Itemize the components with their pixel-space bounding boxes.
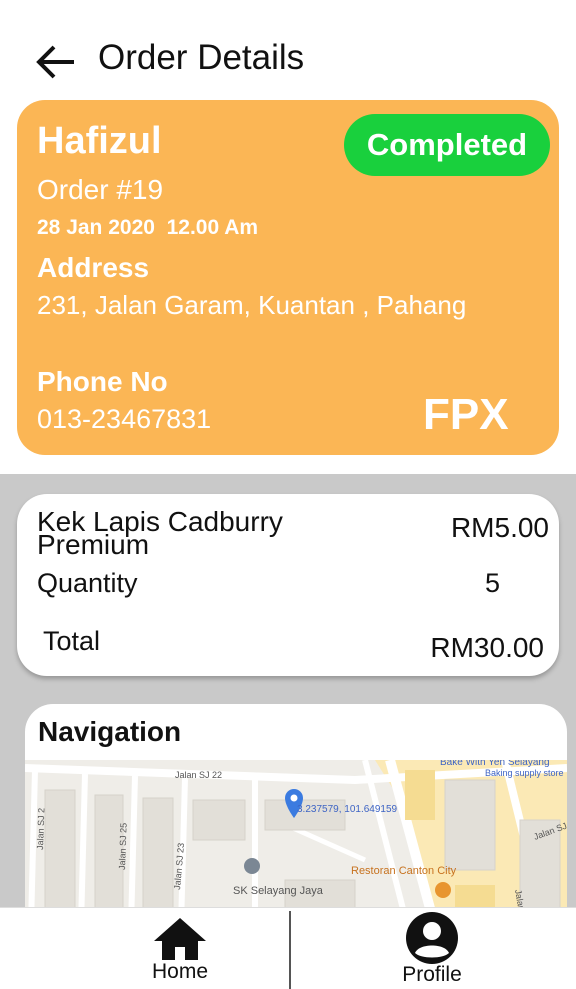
svg-text:Jalan SJ 25: Jalan SJ 25 (117, 823, 129, 870)
status-badge: Completed (344, 114, 550, 176)
quantity-label: Quantity (37, 568, 138, 598)
svg-text:SK Selayang Jaya: SK Selayang Jaya (233, 885, 324, 897)
svg-text:Baking supply store: Baking supply store (485, 768, 564, 778)
payment-method: FPX (423, 390, 509, 439)
profile-icon (406, 912, 458, 964)
svg-text:Jalan SJ 2: Jalan SJ 2 (35, 808, 46, 850)
nav-home[interactable]: Home (120, 908, 240, 988)
svg-text:Bake With Yen Selayang: Bake With Yen Selayang (440, 760, 550, 768)
home-label: Home (151, 960, 209, 983)
order-datetime: 28 Jan 2020 12.00 Am (37, 216, 259, 239)
navigation-title: Navigation (38, 716, 182, 747)
total-label: Total (43, 626, 101, 656)
profile-label: Profile (402, 963, 462, 986)
nav-divider (289, 911, 291, 989)
home-icon (154, 918, 206, 960)
phone-label: Phone No (37, 366, 168, 397)
address-value: 231, Jalan Garam, Kuantan , Pahang (37, 290, 467, 320)
svg-text:Restoran Canton City: Restoran Canton City (351, 865, 457, 877)
app-header: Order Details (0, 0, 576, 100)
order-number: Order #19 (37, 174, 164, 205)
quantity-value: 5 (485, 568, 501, 598)
bottom-navigation: Home Profile (0, 907, 576, 989)
address-label: Address (37, 252, 150, 283)
order-summary-card: Hafizul Completed Order #19 28 Jan 2020 … (17, 100, 559, 455)
item-price: RM5.00 (450, 512, 549, 543)
svg-text:Jalan SJ 22: Jalan SJ 22 (175, 770, 222, 780)
page-title: Order Details (98, 38, 305, 77)
customer-name: Hafizul (37, 120, 162, 162)
order-item-card: Kek Lapis Cadburry Premium RM5.00 Quanti… (17, 494, 559, 676)
total-value: RM30.00 (430, 632, 544, 663)
nav-profile[interactable]: Profile (372, 908, 492, 988)
phone-value[interactable]: 013-23467831 (37, 404, 211, 435)
item-name: Kek Lapis Cadburry Premium (37, 506, 283, 560)
svg-text:3.237579, 101.649159: 3.237579, 101.649159 (297, 804, 398, 815)
back-arrow-icon[interactable] (34, 40, 78, 84)
